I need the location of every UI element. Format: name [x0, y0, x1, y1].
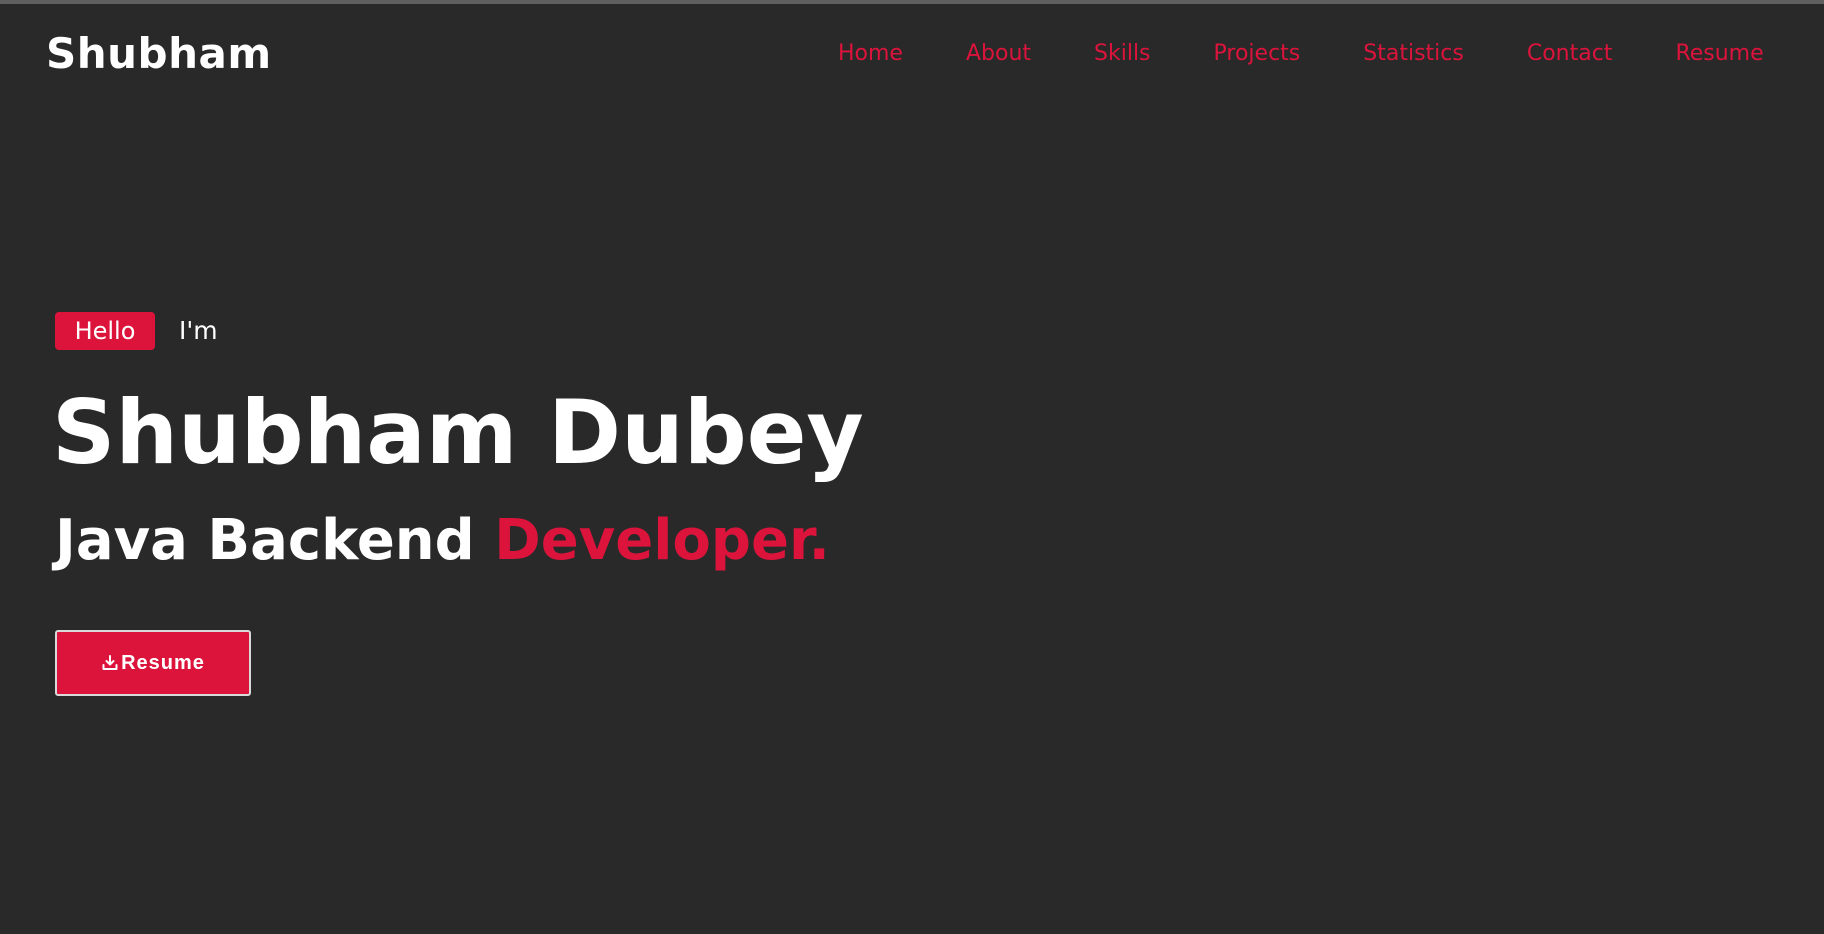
- site-logo[interactable]: Shubham: [46, 26, 272, 82]
- resume-download-button[interactable]: Resume: [55, 630, 251, 696]
- hello-badge: Hello: [55, 312, 155, 350]
- nav-link-contact[interactable]: Contact: [1527, 38, 1613, 70]
- download-icon: [101, 654, 119, 672]
- role-prefix: Java Backend: [55, 508, 475, 573]
- nav-link-resume[interactable]: Resume: [1675, 38, 1763, 70]
- nav-link-projects[interactable]: Projects: [1214, 38, 1301, 70]
- nav-link-statistics[interactable]: Statistics: [1363, 38, 1464, 70]
- nav-link-home[interactable]: Home: [838, 38, 903, 70]
- nav-link-skills[interactable]: Skills: [1094, 38, 1151, 70]
- navbar: Shubham Home About Skills Projects Stati…: [0, 4, 1824, 102]
- hero-role: Java Backend Developer.: [55, 506, 830, 576]
- hero-name: Shubham Dubey: [52, 381, 864, 484]
- nav-links: Home About Skills Projects Statistics Co…: [838, 38, 1764, 70]
- intro-text: I'm: [179, 316, 218, 345]
- resume-button-label: Resume: [121, 651, 205, 674]
- nav-link-about[interactable]: About: [966, 38, 1031, 70]
- role-accent: Developer.: [494, 508, 830, 573]
